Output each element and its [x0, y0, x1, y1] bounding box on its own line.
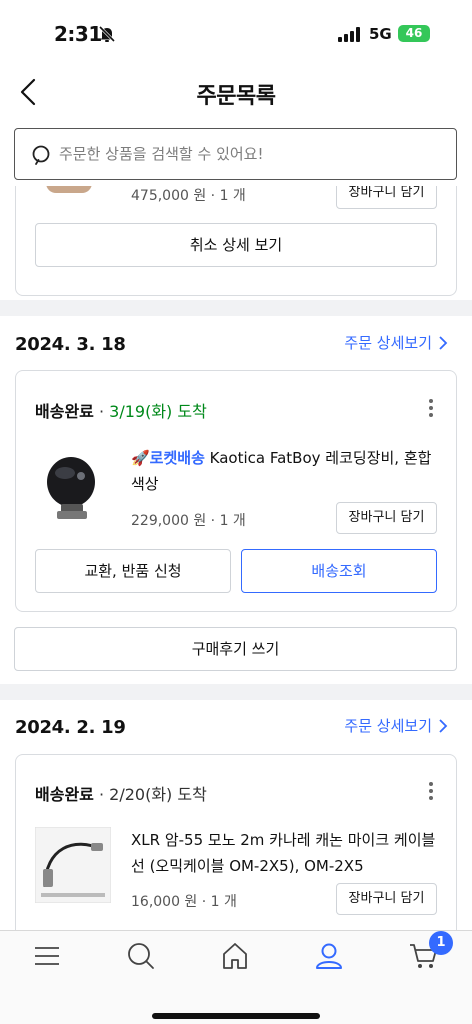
- order-section: 2024. 3. 18 주문 상세보기 배송완료 · 3/19(화) 도착 🚀로…: [0, 316, 472, 684]
- order-card: 배송완료 · 3/19(화) 도착 🚀로켓배송 Kaotica FatBoy 레…: [15, 370, 457, 612]
- exchange-return-button[interactable]: 교환, 반품 신청: [35, 549, 231, 593]
- order-card: 배송완료 · 2/20(화) 도착 XLR 암-55 모노 2m 카나레 캐논 …: [15, 754, 457, 954]
- arrival-date: 3/19(화) 도착: [109, 402, 207, 421]
- order-section-previous: 475,000 원 · 1 개 장바구니 담기 취소 상세 보기: [0, 126, 472, 300]
- product-image: [35, 827, 111, 903]
- search-icon[interactable]: [126, 941, 156, 971]
- product-price-qty: 229,000 원 · 1 개: [131, 513, 246, 529]
- cancel-detail-button[interactable]: 취소 상세 보기: [35, 223, 437, 267]
- order-detail-link[interactable]: 주문 상세보기: [344, 715, 432, 736]
- bell-off-icon: [98, 25, 116, 43]
- order-date: 2024. 3. 18: [15, 334, 126, 355]
- network-type: 5G: [369, 25, 392, 43]
- product-image: [47, 457, 95, 519]
- more-options-icon[interactable]: [428, 398, 434, 418]
- home-icon[interactable]: [220, 941, 250, 971]
- battery-icon: 46: [398, 25, 430, 42]
- search-icon: [32, 145, 50, 165]
- signal-icon: [338, 27, 360, 42]
- delivery-status-label: 배송완료: [35, 402, 94, 421]
- delivery-status: 배송완료 · 2/20(화) 도착: [35, 781, 207, 805]
- status-separator: ·: [93, 785, 110, 804]
- chevron-right-icon[interactable]: [438, 719, 448, 733]
- add-to-cart-button[interactable]: 장바구니 담기: [336, 502, 437, 534]
- product-name: XLR 암-55 모노 2m 카나레 캐논 마이크 케이블 선 (오믹케이블 O…: [131, 831, 436, 875]
- product-price-qty: 475,000 원 · 1 개: [131, 188, 246, 204]
- status-time: 2:31: [54, 22, 102, 46]
- header: 주문목록: [0, 62, 472, 124]
- my-page-icon[interactable]: [314, 941, 344, 971]
- status-bar: 2:31 5G 46: [0, 0, 472, 62]
- rocket-delivery-badge: 🚀로켓배송: [131, 449, 205, 467]
- page-title: 주문목록: [196, 84, 276, 109]
- delivery-status-label: 배송완료: [35, 785, 94, 804]
- status-separator: ·: [93, 402, 110, 421]
- order-date: 2024. 2. 19: [15, 717, 126, 738]
- search-input[interactable]: [59, 129, 439, 179]
- add-to-cart-button[interactable]: 장바구니 담기: [336, 883, 437, 915]
- arrival-date: 2/20(화) 도착: [109, 785, 207, 804]
- menu-icon[interactable]: [32, 941, 62, 971]
- track-delivery-button[interactable]: 배송조회: [241, 549, 437, 593]
- order-detail-link[interactable]: 주문 상세보기: [344, 332, 432, 353]
- search-bar: [0, 124, 472, 186]
- write-review-button[interactable]: 구매후기 쓰기: [14, 627, 457, 671]
- cart-count-badge: 1: [429, 931, 453, 955]
- chevron-right-icon[interactable]: [438, 336, 448, 350]
- product-name: 🚀로켓배송 Kaotica FatBoy 레코딩장비, 혼합 색상: [131, 445, 441, 497]
- search-box[interactable]: [14, 128, 457, 180]
- more-options-icon[interactable]: [428, 781, 434, 801]
- delivery-status: 배송완료 · 3/19(화) 도착: [35, 398, 207, 422]
- order-section: 2024. 2. 19 주문 상세보기 배송완료 · 2/20(화) 도착 XL…: [0, 700, 472, 954]
- home-indicator: [152, 1013, 320, 1019]
- product-price-qty: 16,000 원 · 1 개: [131, 894, 237, 910]
- bottom-tab-bar: 1: [0, 930, 472, 1024]
